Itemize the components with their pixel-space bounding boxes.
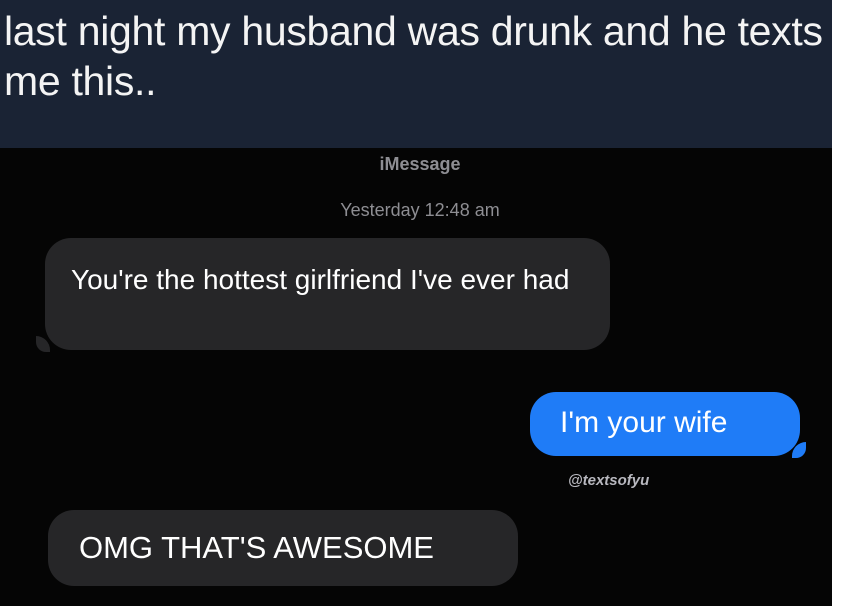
received-message-bubble[interactable]: You're the hottest girlfriend I've ever …: [45, 238, 610, 350]
received-bubble-tail: [36, 336, 50, 352]
received-message-bubble[interactable]: OMG THAT'S AWESOME: [48, 510, 518, 586]
service-label: iMessage: [379, 154, 461, 174]
message-timestamp: Yesterday 12:48 am: [340, 200, 500, 220]
caption-text: last night my husband was drunk and he t…: [4, 8, 823, 104]
sent-message-bubble[interactable]: I'm your wife: [530, 392, 800, 456]
watermark: @textsofyu: [568, 472, 650, 489]
message-thread: iMessage Yesterday 12:48 am You're the h…: [0, 148, 832, 606]
meme-image: last night my husband was drunk and he t…: [0, 0, 832, 606]
caption-banner: last night my husband was drunk and he t…: [0, 0, 832, 148]
